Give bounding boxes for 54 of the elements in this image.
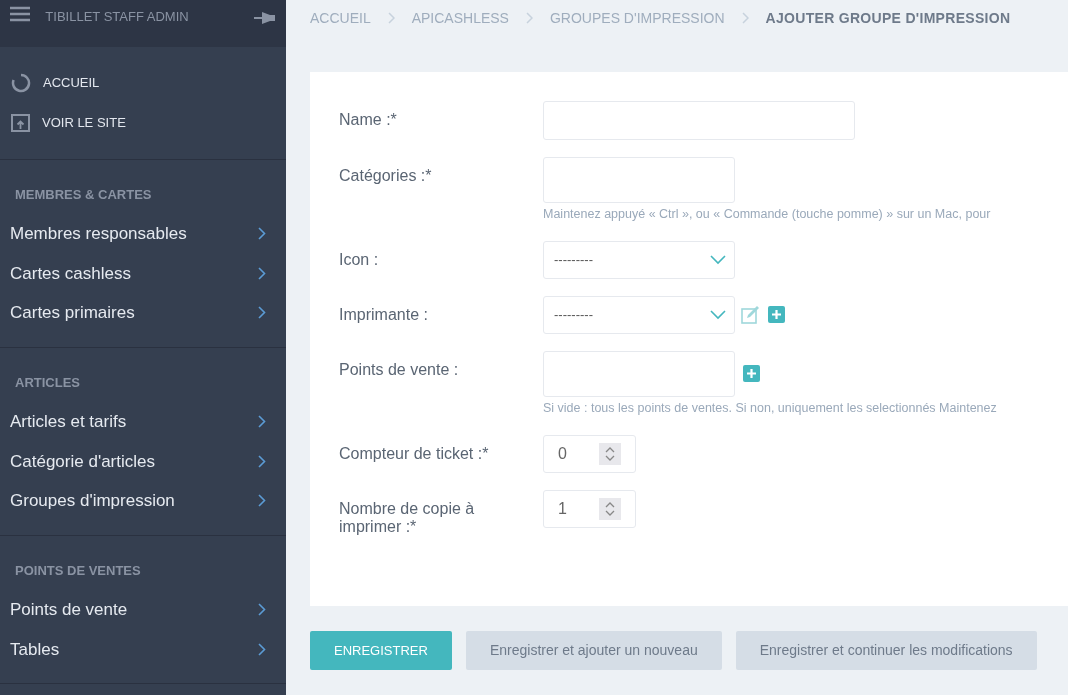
section-title: ARTICLES [14,373,81,392]
name-input[interactable] [543,101,855,140]
chevron-down-icon [710,309,726,320]
section-title: POINTS DE VENTES [14,561,142,580]
add-button[interactable] [743,365,760,383]
field-label: Points de vente : [339,359,460,379]
field-label: Nombre de copie à imprimer :* [339,498,476,536]
chevron-right-icon [258,306,266,320]
sidebar-item[interactable]: Groupes d'impression [0,481,286,521]
chevron-right-icon [525,12,533,24]
select-field[interactable]: --------- [543,295,735,334]
chevron-down-icon [710,254,726,265]
add-button[interactable] [768,306,785,324]
multi-select-field[interactable] [543,157,735,203]
sidebar-item[interactable]: Points de vente [0,590,286,630]
field-label: Imprimante : [339,304,429,324]
chevron-right-icon [258,642,266,656]
chevron-right-icon [741,12,749,24]
sidebar-item[interactable]: Cartes cashless [0,253,286,293]
help-text: Si vide : tous les points de ventes. Si non, uniquement les selectionnés Maintenez [543,399,997,417]
field-label: Catégories :* [339,166,433,185]
spinner-icon[interactable] [599,497,621,520]
sidebar-item[interactable]: Cartes primaires [0,293,286,333]
sidebar-item[interactable]: Articles et tarifs [0,402,286,442]
menu-icon[interactable] [10,6,30,22]
window-upload-icon [11,113,30,132]
section-title: MEMBRES & CARTES [14,185,153,204]
field-label: Name :* [339,110,398,129]
chevron-right-icon [258,415,266,429]
select-field[interactable]: --------- [543,240,735,279]
current-page-title: AJOUTER GROUPE D'IMPRESSION [765,8,1011,28]
field-label: Icon : [339,249,380,269]
plus-icon [746,368,757,380]
field-label: Compteur de ticket :* [339,443,490,463]
pin-icon[interactable] [254,10,276,26]
multi-select-field[interactable] [543,350,735,397]
sidebar-item[interactable]: Tables [0,629,286,669]
sidebar-link[interactable]: VOIR LE SITE [0,113,286,133]
number-input[interactable]: 1 [543,489,636,528]
chevron-right-icon [387,12,395,24]
sidebar-item[interactable]: Catégorie d'articles [0,441,286,481]
chevron-right-icon [258,227,266,241]
plus-icon [771,309,782,321]
sidebar-link[interactable]: ACCUEIL [0,73,286,93]
help-text: Maintenez appuyé « Ctrl », ou « Commande (touche pomme) » sur un Mac, pour [543,206,991,223]
chevron-right-icon [258,266,266,280]
chevron-right-icon [258,494,266,508]
chevron-right-icon [258,454,266,468]
number-input[interactable]: 0 [543,434,636,473]
edit-icon[interactable] [741,305,762,325]
chevron-right-icon [258,603,266,617]
spinner-icon[interactable] [599,442,621,465]
app-title: TIBILLET STAFF ADMIN [45,8,189,26]
sidebar-item[interactable]: Membres responsables [0,214,286,254]
